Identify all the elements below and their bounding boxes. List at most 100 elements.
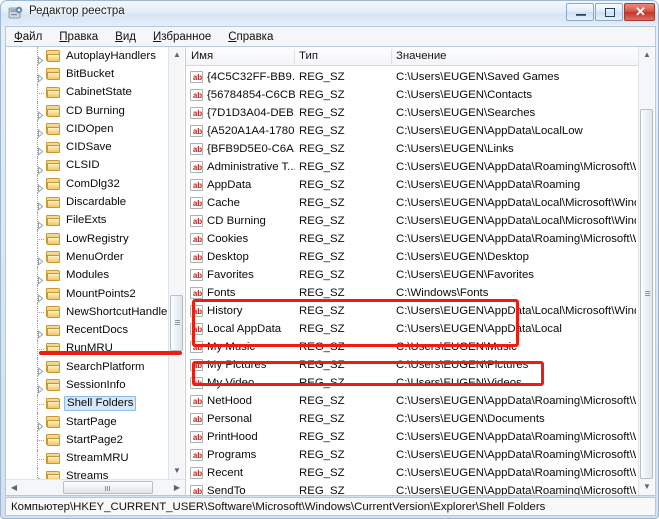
expand-triangle-icon[interactable] bbox=[36, 253, 45, 267]
value-data: C:\Users\EUGEN\Links bbox=[396, 143, 514, 155]
expand-triangle-icon[interactable] bbox=[36, 418, 45, 431]
value-row[interactable]: ab AppData REG_SZ C:\Users\EUGEN\AppData\Ro… bbox=[186, 176, 638, 194]
tree-item-runmru[interactable]: RunMRU bbox=[6, 339, 168, 359]
value-row[interactable]: ab Cache REG_SZ C:\Users\EUGEN\AppData\Loca… bbox=[186, 194, 638, 212]
tree-item-searchplatform[interactable]: SearchPlatform bbox=[6, 358, 168, 377]
tree-hscroll-thumb[interactable] bbox=[63, 481, 153, 494]
tree-item-cidopen[interactable]: CIDOpen bbox=[6, 120, 168, 139]
tree-item-discardable[interactable]: Discardable bbox=[6, 193, 168, 212]
tree-scroll-up-arrow[interactable]: ▲ bbox=[169, 47, 185, 63]
value-row[interactable]: ab {4C5C32FF-BB9... REG_SZ C:\Users\EUGEN\S… bbox=[186, 68, 638, 86]
value-row[interactable]: ab My Music REG_SZ C:\Users\EUGEN\Music bbox=[186, 338, 638, 356]
tree-item-fileexts[interactable]: FileExts bbox=[6, 211, 168, 230]
expand-triangle-icon[interactable] bbox=[36, 198, 45, 212]
expand-triangle-icon[interactable] bbox=[36, 290, 45, 303]
expand-triangle-icon[interactable] bbox=[36, 125, 45, 139]
tree-item-clsid[interactable]: CLSID bbox=[6, 156, 168, 176]
tree-item-shell-folders[interactable]: Shell Folders bbox=[6, 394, 168, 413]
column-header-value[interactable]: Значение bbox=[396, 50, 447, 62]
expand-triangle-icon[interactable] bbox=[36, 162, 45, 175]
tree-item-recentdocs[interactable]: RecentDocs bbox=[6, 321, 168, 340]
value-row[interactable]: ab {7D1D3A04-DEB... REG_SZ C:\Users\EUGEN\S… bbox=[186, 104, 638, 122]
tree-item-cabinetstate[interactable]: CabinetState bbox=[6, 83, 168, 102]
value-data: C:\Users\EUGEN\AppData\LocalLow bbox=[396, 125, 583, 137]
tree-item-startpage[interactable]: StartPage bbox=[6, 412, 168, 432]
values-scroll-up-arrow[interactable]: ▲ bbox=[639, 47, 655, 63]
tree-item-label: LowRegistry bbox=[66, 232, 129, 245]
tree-scroll-down-arrow[interactable]: ▼ bbox=[169, 463, 185, 479]
expand-triangle-icon[interactable] bbox=[36, 143, 45, 157]
value-type: REG_SZ bbox=[299, 215, 345, 227]
menu-item-4[interactable]: Справка bbox=[220, 29, 282, 45]
tree-item-cidsave[interactable]: CIDSave bbox=[6, 138, 168, 157]
tree-scroll-thumb[interactable] bbox=[170, 295, 183, 351]
close-button[interactable]: ✕ bbox=[624, 3, 655, 21]
value-row[interactable]: ab Local AppData REG_SZ C:\Users\EUGEN\AppD… bbox=[186, 320, 638, 338]
tree-horizontal-scrollbar[interactable]: ◀ ▶ bbox=[6, 479, 185, 495]
minimize-button[interactable] bbox=[566, 3, 594, 21]
expand-triangle-icon[interactable] bbox=[36, 70, 45, 84]
tree-item-mountpoints2[interactable]: MountPoints2 bbox=[6, 284, 168, 304]
expand-triangle-icon[interactable] bbox=[36, 272, 45, 285]
tree-item-cd-burning[interactable]: CD Burning bbox=[6, 101, 168, 121]
tree-scroll-left-arrow[interactable]: ◀ bbox=[6, 480, 22, 495]
value-row[interactable]: ab My Video REG_SZ C:\Users\EUGEN\Videos bbox=[186, 374, 638, 392]
value-type: REG_SZ bbox=[299, 449, 345, 461]
menu-item-2[interactable]: Вид bbox=[107, 29, 145, 45]
value-row[interactable]: ab My Pictures REG_SZ C:\Users\EUGEN\Pictur… bbox=[186, 356, 638, 374]
tree-item-sessioninfo[interactable]: SessionInfo bbox=[6, 376, 168, 395]
value-row[interactable]: ab Fonts REG_SZ C:\Windows\Fonts bbox=[186, 284, 638, 302]
value-type: REG_SZ bbox=[299, 107, 345, 119]
folder-icon bbox=[46, 251, 60, 263]
expand-triangle-icon[interactable] bbox=[36, 381, 45, 395]
value-row[interactable]: ab Personal REG_SZ C:\Users\EUGEN\Documents bbox=[186, 410, 638, 428]
value-row[interactable]: ab {BFB9D5E0-C6A... REG_SZ C:\Users\EUGEN\L… bbox=[186, 140, 638, 158]
value-row[interactable]: ab {56784854-C6CB... REG_SZ C:\Users\EUGEN\… bbox=[186, 86, 638, 104]
value-row[interactable]: ab History REG_SZ C:\Users\EUGEN\AppData\Lo… bbox=[186, 302, 638, 320]
values-vertical-scrollbar[interactable]: ▲ ▼ bbox=[638, 47, 654, 495]
registry-values-pane[interactable]: Имя Тип Значение ab {4C5C32FF-BB9... REG_S… bbox=[186, 47, 655, 495]
value-row[interactable]: ab Desktop REG_SZ C:\Users\EUGEN\Desktop bbox=[186, 248, 638, 266]
expand-triangle-icon[interactable] bbox=[36, 363, 45, 376]
expand-triangle-icon[interactable] bbox=[36, 326, 45, 340]
folder-icon bbox=[46, 361, 60, 373]
tree-item-streammru[interactable]: StreamMRU bbox=[6, 449, 168, 468]
value-row[interactable]: ab NetHood REG_SZ C:\Users\EUGEN\AppData\Ro… bbox=[186, 392, 638, 410]
tree-vertical-scrollbar[interactable]: ▲ ▼ bbox=[168, 47, 184, 479]
column-header-name[interactable]: Имя bbox=[191, 50, 213, 62]
tree-item-lowregistry[interactable]: LowRegistry bbox=[6, 229, 168, 249]
menu-item-0[interactable]: Файл bbox=[6, 29, 51, 45]
tree-item-newshortcuthandle[interactable]: NewShortcutHandle bbox=[6, 303, 168, 322]
expand-triangle-icon[interactable] bbox=[36, 180, 45, 193]
tree-item-streams[interactable]: Streams bbox=[6, 467, 168, 479]
value-row[interactable]: ab SendTo REG_SZ C:\Users\EUGEN\AppData\Roa… bbox=[186, 482, 638, 495]
values-scroll-thumb[interactable] bbox=[640, 109, 653, 479]
registry-tree-pane[interactable]: AutoplayHandlers BitBucket CabinetState CD … bbox=[6, 47, 186, 495]
tree-item-autoplayhandlers[interactable]: AutoplayHandlers bbox=[6, 47, 168, 66]
tree-item-comdlg32[interactable]: ComDlg32 bbox=[6, 175, 168, 194]
value-row[interactable]: ab {A520A1A4-1780... REG_SZ C:\Users\EUGEN\… bbox=[186, 122, 638, 140]
column-divider-2[interactable] bbox=[391, 49, 392, 64]
menu-item-3[interactable]: Избранное bbox=[145, 29, 220, 45]
menu-item-1[interactable]: Правка bbox=[51, 29, 107, 45]
value-row[interactable]: ab Recent REG_SZ C:\Users\EUGEN\AppData\Roa… bbox=[186, 464, 638, 482]
value-row[interactable]: ab PrintHood REG_SZ C:\Users\EUGEN\AppData\… bbox=[186, 428, 638, 446]
ab-string-icon: ab bbox=[190, 305, 203, 317]
expand-triangle-icon[interactable] bbox=[36, 52, 45, 65]
tree-item-bitbucket[interactable]: BitBucket bbox=[6, 65, 168, 84]
tree-item-startpage2[interactable]: StartPage2 bbox=[6, 431, 168, 450]
tree-item-menuorder[interactable]: MenuOrder bbox=[6, 248, 168, 267]
tree-item-modules[interactable]: Modules bbox=[6, 266, 168, 285]
values-scroll-down-arrow[interactable]: ▼ bbox=[639, 479, 655, 495]
value-row[interactable]: ab Favorites REG_SZ C:\Users\EUGEN\Favorite… bbox=[186, 266, 638, 284]
expand-triangle-icon[interactable] bbox=[36, 217, 45, 230]
value-row[interactable]: ab Programs REG_SZ C:\Users\EUGEN\AppData\R… bbox=[186, 446, 638, 464]
value-row[interactable]: ab CD Burning REG_SZ C:\Users\EUGEN\AppData… bbox=[186, 212, 638, 230]
value-row[interactable]: ab Administrative T... REG_SZ C:\Users\EUGE… bbox=[186, 158, 638, 176]
tree-scroll-right-arrow[interactable]: ▶ bbox=[169, 480, 185, 495]
value-row[interactable]: ab Cookies REG_SZ C:\Users\EUGEN\AppData\Ro… bbox=[186, 230, 638, 248]
maximize-button[interactable] bbox=[595, 3, 623, 21]
expand-triangle-icon[interactable] bbox=[36, 107, 45, 120]
column-header-type[interactable]: Тип bbox=[299, 50, 318, 62]
column-divider-1[interactable] bbox=[294, 49, 295, 64]
